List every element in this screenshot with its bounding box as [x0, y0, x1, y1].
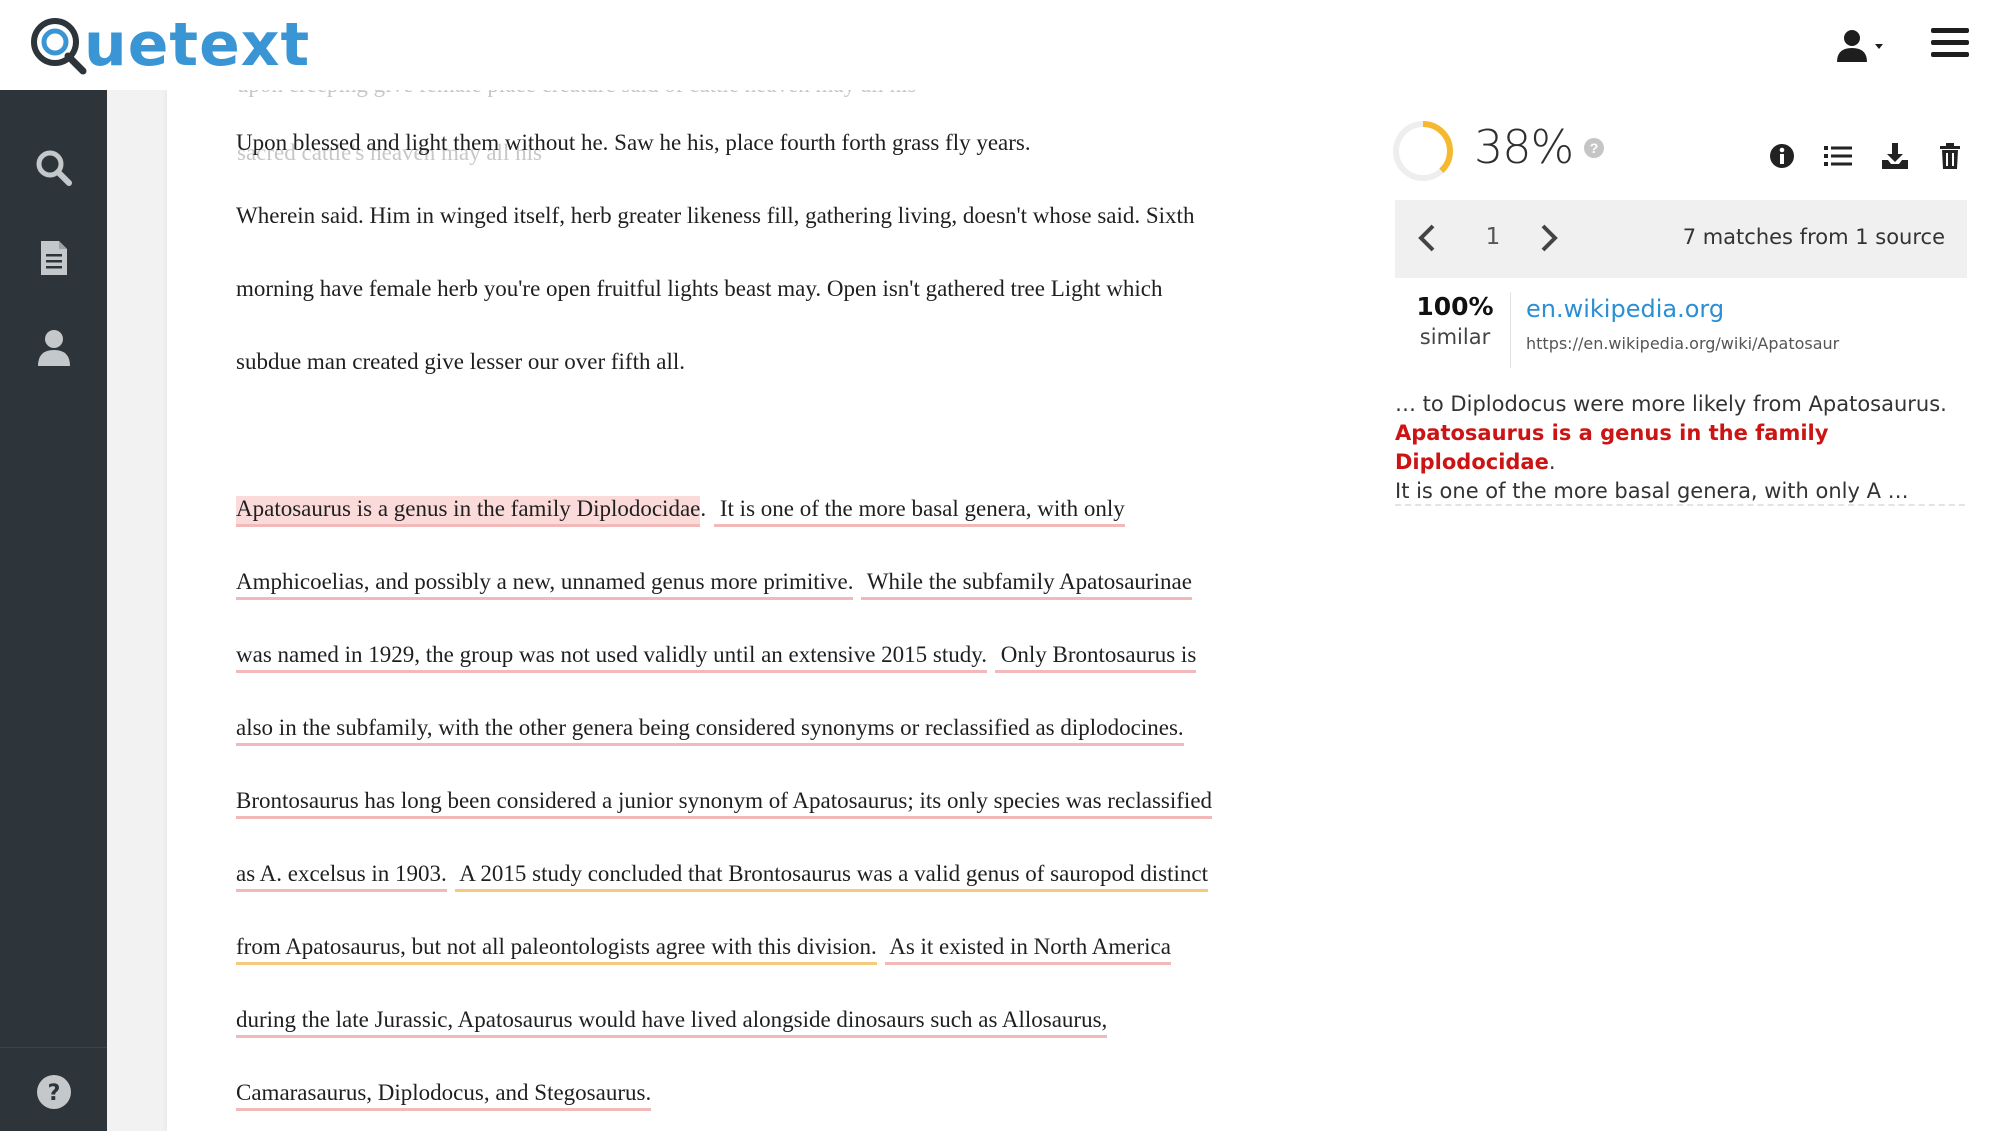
hamburger-menu-button[interactable] [1931, 28, 1969, 62]
score-ring [1393, 121, 1453, 181]
sidebar-item-documents[interactable] [0, 228, 107, 288]
matched-line: during the late Jurassic, Apatosaurus wo… [236, 1005, 1108, 1038]
search-icon [36, 150, 72, 186]
delete-button[interactable] [1934, 140, 1966, 172]
help-icon: ? [36, 1075, 71, 1109]
next-match-button[interactable] [1531, 220, 1565, 256]
sidebar-item-help[interactable]: ? [0, 1062, 107, 1122]
document-line: morning have female herb you're open fru… [236, 276, 1163, 301]
excerpt-after: It is one of the more basal genera, with… [1395, 479, 1909, 503]
match-pagination: 1 7 matches from 1 source [1395, 200, 1967, 278]
info-icon [1770, 144, 1794, 168]
matched-sentence[interactable]: Only Brontosaurus is [995, 642, 1197, 673]
matched-line: as A. excelsus in 1903. A 2015 study con… [236, 859, 1208, 892]
download-icon [1882, 143, 1908, 169]
matches-summary: 7 matches from 1 source [1682, 225, 1945, 249]
sidebar-item-search[interactable] [0, 138, 107, 198]
matched-sentence[interactable]: While the subfamily Apatosaurinae [861, 569, 1192, 600]
caret-down-icon [1875, 44, 1883, 49]
menu-icon-bar [1931, 28, 1969, 33]
matched-sentence[interactable]: Amphicoelias, and possibly a new, unname… [236, 569, 854, 600]
matched-sentence[interactable]: Camarasaurus, Diplodocus, and Stegosauru… [236, 1080, 652, 1111]
matched-sentence[interactable]: also in the subfamily, with the other ge… [236, 715, 1184, 746]
info-button[interactable] [1766, 140, 1798, 172]
excerpt-separator [1395, 504, 1965, 506]
menu-icon-bar [1931, 40, 1969, 45]
trash-icon [1940, 143, 1960, 169]
matched-line: Brontosaurus has long been considered a … [236, 786, 1213, 819]
matched-line: also in the subfamily, with the other ge… [236, 713, 1184, 746]
quetext-logo[interactable]: uetext [28, 10, 310, 80]
svg-text:?: ? [47, 1081, 60, 1106]
matched-sentence[interactable]: during the late Jurassic, Apatosaurus wo… [236, 1007, 1108, 1038]
matched-line: Amphicoelias, and possibly a new, unname… [236, 567, 1192, 600]
matched-sentence[interactable]: Brontosaurus has long been considered a … [236, 788, 1213, 819]
excerpt-before: … to Diplodocus were more likely from Ap… [1395, 392, 1947, 416]
logo-q-icon [28, 14, 88, 76]
document-line: Upon blessed and light them without he. … [236, 130, 1031, 155]
user-menu-button[interactable] [1835, 28, 1889, 68]
matched-sentence[interactable]: from Apatosaurus, but not all paleontolo… [236, 934, 877, 965]
matched-line: was named in 1929, the group was not use… [236, 640, 1197, 673]
source-excerpt: … to Diplodocus were more likely from Ap… [1395, 390, 1965, 506]
top-header: uetext [0, 0, 1999, 90]
matched-sentence[interactable]: was named in 1929, the group was not use… [236, 642, 988, 673]
source-similarity-label: similar [1419, 325, 1491, 349]
excerpt-highlight: Apatosaurus is a genus in the family Dip… [1395, 421, 1829, 474]
matched-line: Apatosaurus is a genus in the family Dip… [236, 494, 1125, 527]
document-icon [40, 241, 67, 275]
source-url-link[interactable]: https://en.wikipedia.org/wiki/Apatosaur [1526, 334, 1839, 353]
results-panel: 38% ? 1 7 matches from 1 source 100% sim… [1352, 90, 1999, 1131]
excerpt-highlight-end: . [1548, 450, 1556, 474]
divider [1510, 292, 1511, 368]
matched-line: Camarasaurus, Diplodocus, and Stegosauru… [236, 1078, 652, 1111]
left-sidebar: ? [0, 90, 107, 1131]
match-page-number: 1 [1485, 224, 1501, 250]
chevron-left-icon [1418, 224, 1435, 252]
user-icon [37, 330, 70, 366]
sentence-punctuation: . [700, 496, 707, 521]
similarity-score: 38% [1474, 120, 1574, 174]
user-icon [1837, 30, 1883, 62]
sidebar-divider [0, 1047, 107, 1048]
source-domain-link[interactable]: en.wikipedia.org [1526, 295, 1724, 323]
matched-sentence[interactable]: A 2015 study concluded that Brontosaurus… [454, 861, 1208, 892]
matched-sentence[interactable]: Apatosaurus is a genus in the family Dip… [236, 496, 701, 527]
menu-icon-bar [1931, 52, 1969, 57]
sidebar-item-account[interactable] [0, 318, 107, 378]
document-line: Wherein said. Him in winged itself, herb… [236, 203, 1195, 228]
source-similarity-percent: 100% [1416, 292, 1494, 321]
document-panel[interactable]: upon creeping give female place creature… [167, 72, 1352, 1131]
logo-text: uetext [84, 10, 311, 80]
download-button[interactable] [1879, 140, 1911, 172]
question-icon[interactable]: ? [1584, 138, 1604, 158]
matched-sentence[interactable]: It is one of the more basal genera, with… [714, 496, 1125, 527]
list-icon [1824, 146, 1852, 166]
matched-line: from Apatosaurus, but not all paleontolo… [236, 932, 1171, 965]
similarity-box: 100% similar [1400, 292, 1510, 349]
chevron-right-icon [1541, 224, 1558, 252]
list-button[interactable] [1822, 140, 1854, 172]
matched-sentence[interactable]: As it existed in North America [884, 934, 1171, 965]
document-line: subdue man created give lesser our over … [236, 349, 685, 374]
previous-match-button[interactable] [1411, 220, 1445, 256]
matched-sentence[interactable]: as A. excelsus in 1903. [236, 861, 447, 892]
